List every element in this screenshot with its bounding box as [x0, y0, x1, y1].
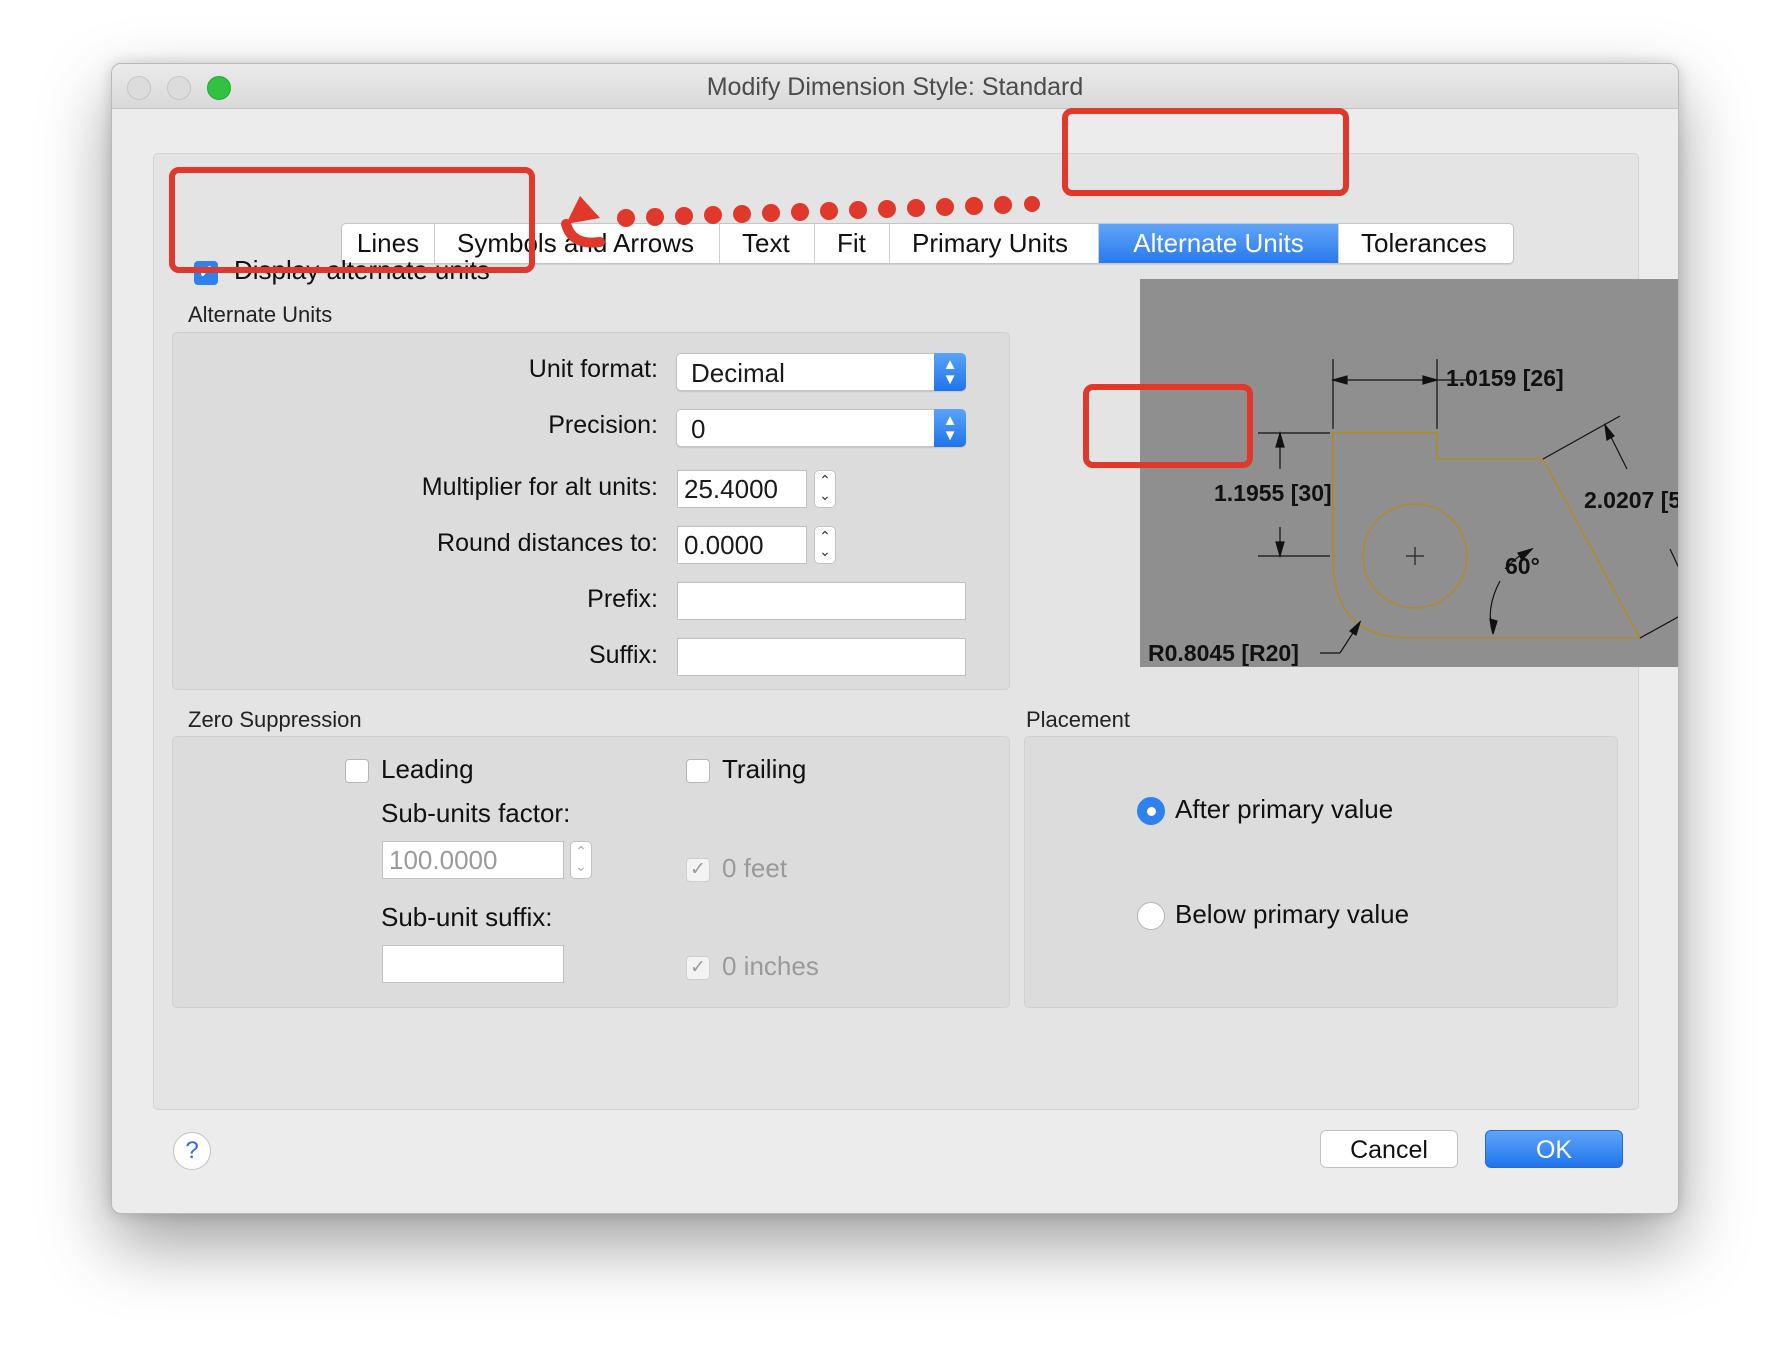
round-distances-label: Round distances to: [437, 529, 658, 557]
chevron-up-down-icon: ▲ ▼ [934, 353, 966, 391]
dim-left-label: 1.1955 [30] [1214, 480, 1332, 506]
leading-label: Leading [381, 754, 474, 784]
unit-format-value: Decimal [691, 358, 785, 388]
annotation-arrowhead-icon [566, 196, 600, 224]
window-title: Modify Dimension Style: Standard [706, 73, 1084, 101]
cancel-button[interactable]: Cancel [1320, 1130, 1458, 1168]
inches-label: 0 inches [722, 951, 819, 981]
alternate-units-group: Unit format: Decimal ▲ ▼ Precision: 0 ▲ ▼ … [172, 332, 1010, 690]
preview-centermark [1406, 547, 1424, 565]
unit-format-select[interactable]: Decimal ▲ ▼ [676, 353, 966, 391]
multiplier-label: Multiplier for alt units: [421, 473, 658, 501]
feet-checkbox[interactable]: ✓ [686, 858, 710, 882]
subunit-suffix-label: Sub-unit suffix: [381, 902, 553, 932]
dimension-preview: 1.0159 [26] 1.1955 [30] 2.0207 [51] 60° … [1140, 279, 1679, 667]
subunit-suffix-field[interactable] [382, 945, 564, 983]
unit-format-label: Unit format: [528, 355, 658, 383]
multiplier-stepper[interactable]: ⌃ ⌄ [814, 470, 836, 508]
radius-label: R0.8045 [R20] [1148, 640, 1299, 666]
tab-content-panel: Lines Symbols and Arrows Text Fit Primar… [153, 153, 1678, 1110]
precision-value: 0 [691, 414, 706, 444]
leading-checkbox[interactable] [345, 759, 369, 783]
suffix-label: Suffix: [588, 641, 658, 669]
annotation-alternate-tab-box [1062, 108, 1349, 196]
inches-checkbox[interactable]: ✓ [686, 956, 710, 980]
placement-group-label: Placement [1026, 707, 1130, 732]
annotation-display-checkbox-box [169, 167, 535, 273]
trailing-checkbox[interactable] [686, 759, 710, 783]
annotation-dimension-box [1083, 384, 1253, 468]
angle-label: 60° [1505, 553, 1540, 579]
annotation-arrow-curve [561, 219, 605, 248]
after-primary-label: After primary value [1175, 794, 1394, 824]
dim-top-label: 1.0159 [26] [1446, 365, 1564, 391]
prefix-label: Prefix: [587, 585, 658, 613]
multiplier-field[interactable]: 25.4000 [677, 470, 807, 508]
annotation-dotted-arrow [561, 196, 1040, 248]
tab-tolerances[interactable]: Tolerances [1339, 224, 1513, 263]
round-distances-field[interactable]: 0.0000 [677, 526, 807, 564]
trailing-label: Trailing [722, 754, 807, 784]
prefix-field[interactable] [677, 582, 966, 620]
subunits-factor-field[interactable]: 100.0000 [382, 841, 564, 879]
round-distances-stepper[interactable]: ⌃ ⌄ [814, 526, 836, 564]
ok-button[interactable]: OK [1485, 1130, 1623, 1168]
dim-slant-label: 2.0207 [51] [1584, 487, 1679, 513]
subunits-factor-stepper[interactable]: ⌃ ⌄ [570, 841, 592, 879]
alternate-units-group-label: Alternate Units [188, 302, 333, 327]
subunits-factor-label: Sub-units factor: [381, 798, 571, 828]
annotation-dots [617, 196, 1040, 227]
title-bar: Modify Dimension Style: Standard [112, 64, 1678, 109]
zero-suppression-group-label: Zero Suppression [188, 707, 362, 732]
below-primary-label: Below primary value [1175, 899, 1410, 929]
precision-select[interactable]: 0 ▲ ▼ [676, 409, 966, 447]
feet-label: 0 feet [722, 853, 788, 883]
precision-label: Precision: [548, 411, 658, 439]
preview-part-outline [1332, 432, 1642, 639]
help-button[interactable]: ? [173, 1132, 211, 1170]
preview-drawing: 1.0159 [26] 1.1955 [30] 2.0207 [51] 60° … [1148, 359, 1679, 666]
after-primary-radio[interactable] [1137, 797, 1165, 825]
zero-suppression-group: Leading Trailing Sub-units factor: 100.0… [172, 736, 1010, 1008]
below-primary-radio[interactable] [1137, 902, 1165, 930]
suffix-field[interactable] [677, 638, 966, 676]
placement-group: After primary value Below primary value [1024, 736, 1618, 1008]
chevron-up-down-icon: ▲ ▼ [934, 409, 966, 447]
tab-alternate-units[interactable]: Alternate Units [1099, 224, 1339, 263]
